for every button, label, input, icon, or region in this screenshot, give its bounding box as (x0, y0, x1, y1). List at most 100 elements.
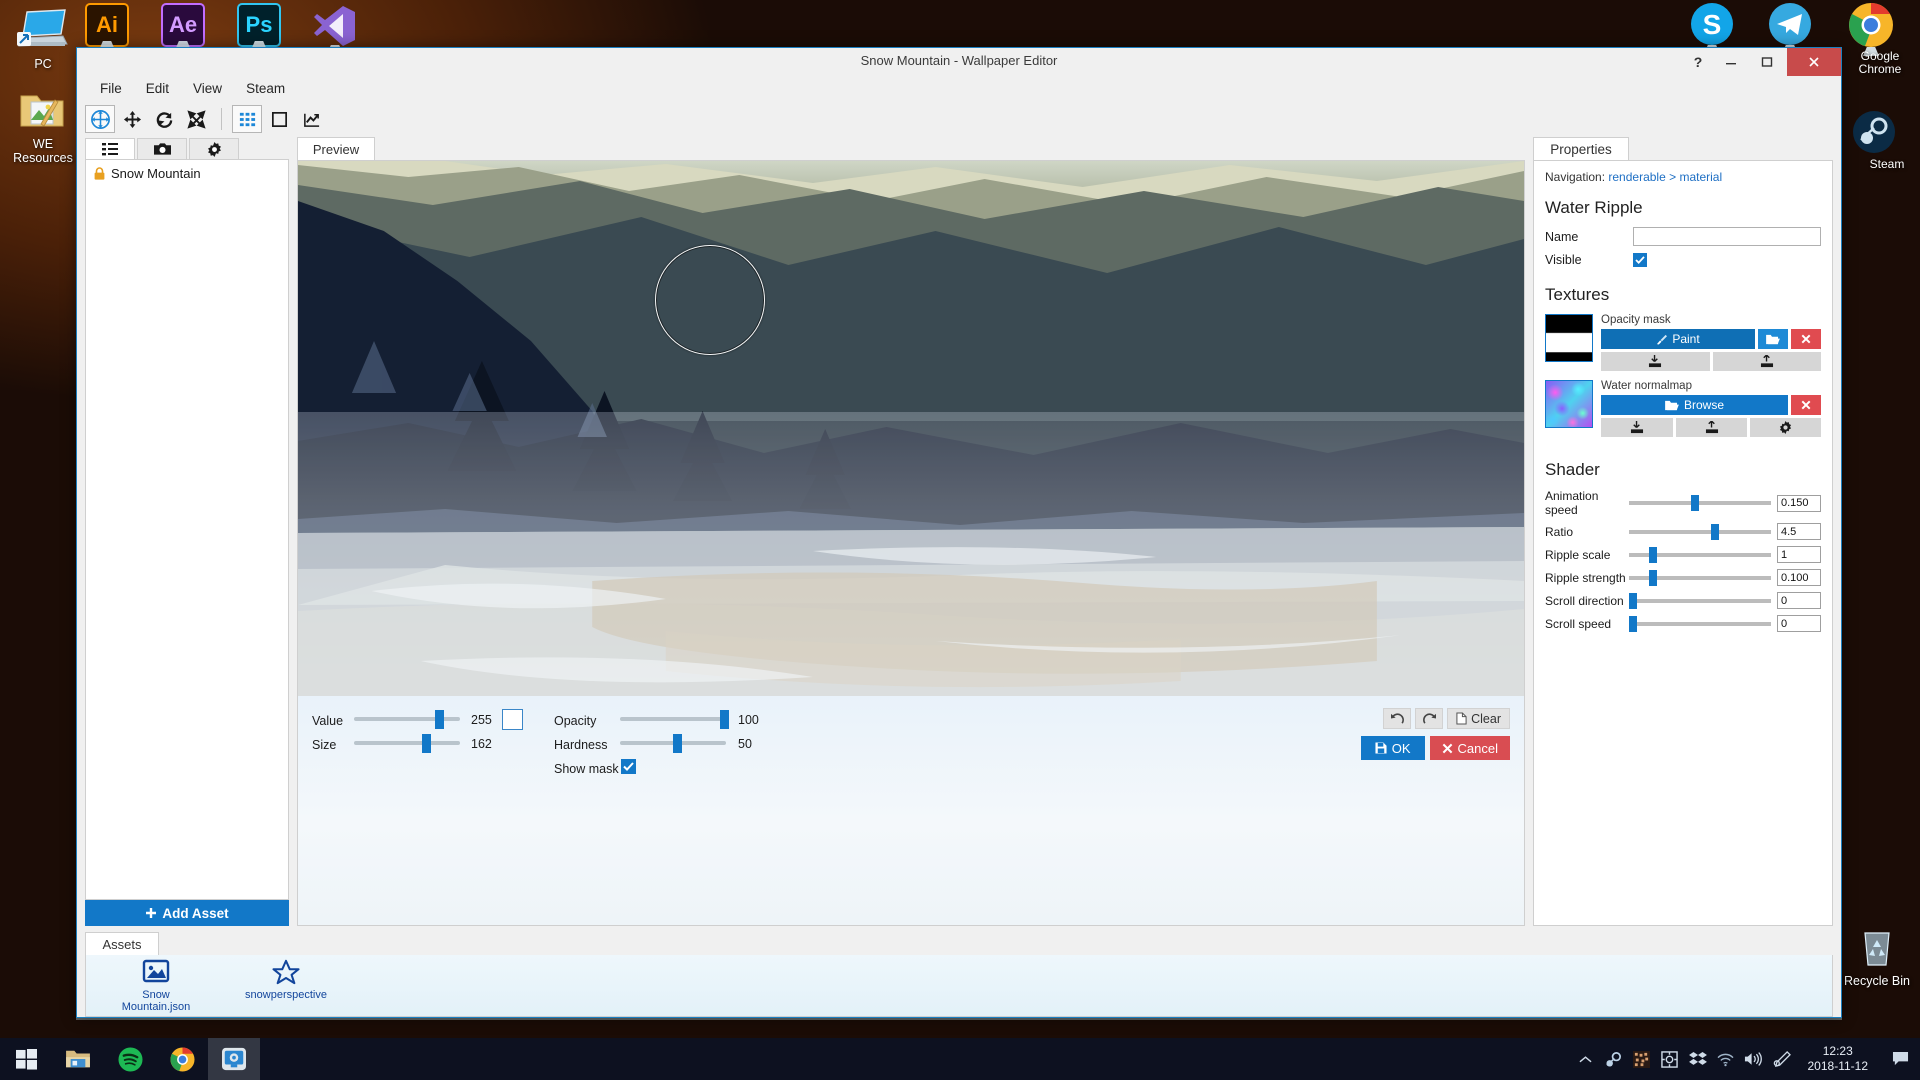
opacity-mask-browse-button[interactable] (1758, 329, 1788, 349)
tab-layers[interactable] (85, 138, 135, 159)
dock-google-chrome[interactable] (1848, 2, 1894, 56)
wallpaper-engine-tray-icon[interactable] (1628, 1038, 1656, 1080)
chrome-button[interactable] (156, 1038, 208, 1080)
file-explorer-button[interactable] (52, 1038, 104, 1080)
menu-file[interactable]: File (89, 78, 133, 99)
value-slider-knob[interactable] (434, 709, 444, 729)
opacity-mask-clear-button[interactable] (1791, 329, 1821, 349)
hardness-slider[interactable] (620, 733, 726, 753)
ripple-strength-value[interactable]: 0.100 (1777, 569, 1821, 586)
dock-adobe-photoshop[interactable]: Ps (237, 3, 281, 50)
clock[interactable]: 12:23 2018-11-12 (1796, 1044, 1881, 1074)
slider-knob[interactable] (1629, 615, 1637, 632)
name-input[interactable] (1633, 227, 1821, 246)
ripple-scale-value[interactable]: 1 (1777, 546, 1821, 563)
ripple-strength-slider[interactable] (1629, 569, 1771, 586)
ratio-value[interactable]: 4.5 (1777, 523, 1821, 540)
help-button[interactable]: ? (1683, 48, 1713, 76)
hardness-slider-knob[interactable] (673, 733, 682, 753)
paint-button[interactable]: Paint (1601, 329, 1755, 349)
water-normalmap-export-button[interactable] (1675, 418, 1748, 437)
slider-knob[interactable] (1629, 592, 1637, 609)
cancel-button[interactable]: Cancel (1429, 736, 1510, 760)
slider-knob[interactable] (1711, 523, 1720, 540)
close-button[interactable] (1787, 48, 1841, 76)
show-mask-checkbox[interactable] (621, 759, 636, 774)
rotate-tool-button[interactable] (149, 105, 179, 133)
asset-list[interactable]: Snow Mountain (85, 159, 289, 900)
scroll-speed-slider[interactable] (1629, 615, 1771, 632)
opacity-slider-knob[interactable] (719, 709, 729, 729)
dropbox-tray-icon[interactable] (1684, 1038, 1712, 1080)
app-tray-icon[interactable] (1656, 1038, 1684, 1080)
asset-snowperspective[interactable]: snowperspective (238, 959, 334, 1012)
scroll-direction-value[interactable]: 0 (1777, 592, 1821, 609)
value-slider[interactable] (354, 709, 460, 729)
dock-adobe-illustrator[interactable]: Ai (85, 3, 129, 50)
add-asset-button[interactable]: Add Asset (85, 900, 289, 926)
notification-button[interactable] (1880, 1038, 1920, 1080)
maximize-button[interactable] (1751, 48, 1783, 76)
slider-knob[interactable] (1691, 495, 1700, 511)
size-slider-knob[interactable] (421, 733, 431, 753)
opacity-mask-import-button[interactable] (1601, 352, 1710, 371)
ok-button[interactable]: OK (1360, 736, 1425, 760)
dock-adobe-after-effects[interactable]: Ae (161, 3, 205, 50)
preview-canvas[interactable] (298, 161, 1524, 696)
desktop-icon-pc[interactable]: PC (6, 8, 80, 71)
animation-speed-slider[interactable] (1629, 495, 1771, 511)
desktop-icon-we-resources[interactable]: WE Resources (6, 88, 80, 165)
opacity-mask-export-button[interactable] (1712, 352, 1821, 371)
dock-steam[interactable] (1852, 110, 1896, 159)
water-normalmap-import-button[interactable] (1601, 418, 1673, 437)
spotify-button[interactable] (104, 1038, 156, 1080)
water-normalmap-thumbnail[interactable] (1545, 380, 1593, 428)
tab-properties[interactable]: Properties (1533, 137, 1629, 160)
scale-tool-button[interactable] (181, 105, 211, 133)
brush-color-swatch[interactable] (502, 709, 523, 730)
size-slider[interactable] (354, 733, 460, 753)
asset-snow-mountain-json[interactable]: Snow Mountain.json (108, 959, 204, 1013)
slider-knob[interactable] (1648, 569, 1657, 586)
slider-knob[interactable] (1648, 546, 1657, 563)
show-hidden-icons-button[interactable] (1572, 1038, 1600, 1080)
ripple-scale-slider[interactable] (1629, 546, 1771, 563)
dock-skype[interactable]: S (1690, 2, 1734, 54)
ratio-slider[interactable] (1629, 523, 1771, 540)
animation-speed-value[interactable]: 0.150 (1777, 494, 1821, 512)
tab-assets[interactable]: Assets (85, 932, 159, 955)
clear-button[interactable]: Clear (1447, 708, 1510, 729)
browse-button[interactable]: Browse (1601, 395, 1788, 415)
breadcrumb-renderable[interactable]: renderable (1608, 170, 1665, 184)
redo-button[interactable] (1415, 708, 1444, 729)
volume-tray-icon[interactable] (1740, 1038, 1768, 1080)
start-button[interactable] (0, 1038, 52, 1080)
graph-toggle-button[interactable] (296, 105, 326, 133)
menu-steam[interactable]: Steam (235, 78, 296, 99)
breadcrumb-material[interactable]: material (1679, 170, 1722, 184)
undo-button[interactable] (1383, 708, 1412, 729)
menu-edit[interactable]: Edit (135, 78, 180, 99)
scroll-speed-value[interactable]: 0 (1777, 615, 1821, 632)
opacity-slider[interactable] (620, 709, 729, 729)
minimize-button[interactable] (1715, 48, 1747, 76)
water-normalmap-settings-button[interactable] (1750, 418, 1822, 437)
tab-preview[interactable]: Preview (297, 137, 375, 160)
water-normalmap-clear-button[interactable] (1791, 395, 1821, 415)
tab-settings[interactable] (189, 138, 239, 159)
wallpaper-engine-button[interactable] (208, 1038, 260, 1080)
menu-view[interactable]: View (182, 78, 233, 99)
tab-camera[interactable] (137, 138, 187, 159)
select-tool-button[interactable] (85, 105, 115, 133)
bounds-toggle-button[interactable] (264, 105, 294, 133)
grid-toggle-button[interactable] (232, 105, 262, 133)
pen-tray-icon[interactable] (1768, 1038, 1796, 1080)
dock-telegram[interactable] (1768, 2, 1812, 54)
translate-tool-button[interactable] (117, 105, 147, 133)
network-tray-icon[interactable] (1712, 1038, 1740, 1080)
asset-list-item[interactable]: Snow Mountain (94, 166, 280, 181)
opacity-mask-thumbnail[interactable] (1545, 314, 1593, 362)
steam-tray-icon[interactable] (1600, 1038, 1628, 1080)
scroll-direction-slider[interactable] (1629, 592, 1771, 609)
visible-checkbox[interactable] (1633, 253, 1647, 267)
